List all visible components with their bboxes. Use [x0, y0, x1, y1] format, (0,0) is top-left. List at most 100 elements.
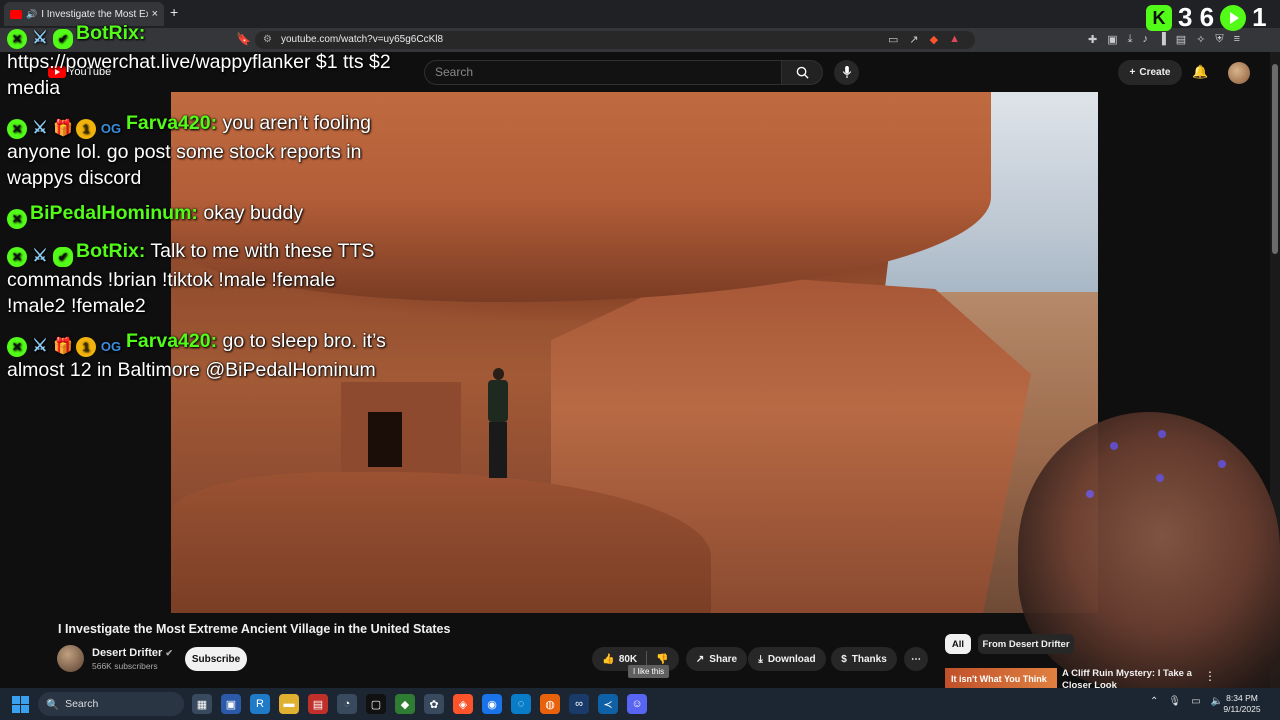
- tab-title: I Investigate the Most Extreme: [41, 8, 147, 20]
- moderator-sword-icon: ⚔: [32, 118, 48, 137]
- thanks-icon: $: [841, 653, 847, 665]
- taskbar-apps: ▦ ▣ R ▬ ▤ ◔ ▢ ◆ ✿ ◈ ◉ ◌ ◍ ∞ ≺ ☺: [192, 694, 647, 714]
- thumbs-up-icon: 👍: [602, 653, 615, 665]
- search-input[interactable]: Search: [424, 60, 782, 85]
- toolbar-icons: ✚ ▣ ⤓ ♪ ▐ ▤ ✧ ⛨ ≡: [1088, 33, 1240, 46]
- share-icon: ↗: [695, 653, 705, 665]
- gift-badge-icon: 🎁: [53, 120, 73, 137]
- chip-all[interactable]: All: [945, 634, 971, 654]
- microphone-icon: [842, 66, 851, 79]
- close-tab-icon[interactable]: ×: [152, 8, 158, 20]
- thanks-button[interactable]: $ Thanks: [831, 647, 897, 671]
- tray-network-icon[interactable]: ▭: [1191, 696, 1200, 707]
- dislike-button[interactable]: 👎: [656, 654, 668, 665]
- video-scene-person: [483, 368, 513, 480]
- cast-icon[interactable]: ▭: [888, 33, 898, 46]
- sidebar-icon[interactable]: ▐: [1158, 33, 1166, 46]
- edge-icon[interactable]: ◌: [511, 694, 531, 714]
- app-icon-8[interactable]: ∞: [569, 694, 589, 714]
- leo-icon[interactable]: ✧: [1196, 33, 1205, 46]
- follower-count: 1: [1252, 2, 1267, 32]
- app-icon-5[interactable]: ▢: [366, 694, 386, 714]
- share-page-icon[interactable]: ↗: [909, 33, 918, 46]
- more-actions-button[interactable]: ⋯: [904, 647, 928, 671]
- new-tab-button[interactable]: +: [170, 4, 178, 20]
- extensions-icon[interactable]: ✚: [1088, 33, 1097, 46]
- create-button[interactable]: + Create: [1118, 60, 1182, 85]
- chat-text: okay buddy: [203, 202, 304, 224]
- app-icon-1[interactable]: ▣: [221, 694, 241, 714]
- moderator-sword-icon: ⚔: [32, 28, 48, 47]
- chat-message: ✕ ⚔ ✔ BotRix: Talk to me with these TTS com…: [7, 238, 397, 319]
- windows-taskbar: 🔍 Search ▦ ▣ R ▬ ▤ ◔ ▢ ◆ ✿ ◈ ◉ ◌ ◍ ∞ ≺ ☺…: [0, 688, 1280, 720]
- brave-shield-icon[interactable]: ◆: [930, 33, 938, 46]
- channel-name[interactable]: Desert Drifter ✔: [92, 647, 173, 659]
- moderator-sword-icon: ⚔: [32, 336, 48, 355]
- og-badge-icon: OG: [100, 339, 122, 354]
- share-button[interactable]: ↗ Share: [686, 647, 747, 671]
- speaker-icon[interactable]: 🔊: [26, 9, 37, 20]
- kick-badge-icon: ✕: [7, 29, 27, 49]
- app-icon-3[interactable]: ▤: [308, 694, 328, 714]
- voice-search-button[interactable]: [834, 60, 859, 85]
- task-view-icon[interactable]: ▦: [192, 694, 212, 714]
- app-icon-7[interactable]: ✿: [424, 694, 444, 714]
- brave-rewards-icon[interactable]: ▲: [949, 33, 960, 46]
- search-icon: [796, 66, 809, 79]
- taskbar-search[interactable]: 🔍 Search: [38, 692, 184, 716]
- download-button[interactable]: ⤓ Download: [748, 647, 826, 671]
- chat-username: Farva420:: [126, 112, 218, 134]
- chat-message: ✕ ⚔ 🎁 1 OG Farva420: you aren’t fooling anyon…: [7, 110, 397, 191]
- youtube-favicon-icon: [10, 9, 22, 19]
- taskbar-search-label: Search: [65, 698, 99, 710]
- kick-badge-icon: ✕: [7, 209, 27, 229]
- chat-text: https://powerchat.live/wappyflanker $1 t…: [7, 51, 391, 99]
- recommendation-more-icon[interactable]: ⋮: [1204, 669, 1216, 683]
- kick-badge-icon: ✕: [7, 119, 27, 139]
- menu-icon[interactable]: ≡: [1234, 33, 1240, 46]
- app-icon-6[interactable]: ◆: [395, 694, 415, 714]
- file-explorer-icon[interactable]: ▬: [279, 694, 299, 714]
- brave-browser-icon[interactable]: ◈: [453, 694, 473, 714]
- like-button[interactable]: 👍 80K: [602, 654, 637, 665]
- downloads-icon[interactable]: ⤓: [1128, 33, 1133, 46]
- chat-message: ✕ ⚔ ✔ BotRix: https://powerchat.live/wappyf…: [7, 20, 397, 101]
- clock-date: 9/11/2025: [1223, 704, 1261, 714]
- verified-icon: ✔: [165, 648, 173, 658]
- channel-name-text: Desert Drifter: [92, 647, 163, 659]
- verified-badge-icon: ✔: [53, 247, 73, 267]
- app-icon-2[interactable]: R: [250, 694, 270, 714]
- chat-username: BotRix:: [76, 240, 146, 262]
- system-clock[interactable]: 8:34 PM 9/11/2025: [1222, 693, 1262, 715]
- account-avatar[interactable]: [1228, 62, 1250, 84]
- firefox-icon[interactable]: ◍: [540, 694, 560, 714]
- search-button[interactable]: [781, 60, 823, 85]
- thumbs-down-icon: 👎: [656, 653, 669, 665]
- media-icon[interactable]: ♪: [1143, 33, 1149, 46]
- wallet-icon[interactable]: ▤: [1176, 33, 1186, 46]
- notifications-bell-icon[interactable]: 🔔: [1192, 64, 1208, 80]
- app-icon-4[interactable]: ◔: [337, 694, 357, 714]
- subscribe-button[interactable]: Subscribe: [185, 647, 247, 671]
- viewer-count: 3 6: [1178, 2, 1215, 32]
- plus-icon: +: [1129, 67, 1136, 78]
- scrollbar-thumb[interactable]: [1272, 64, 1278, 254]
- moderator-sword-icon: ⚔: [32, 246, 48, 265]
- gift-badge-icon: 🎁: [53, 338, 73, 355]
- subscriber-count: 566K subscribers: [92, 661, 158, 671]
- windows-start-icon[interactable]: [12, 696, 29, 713]
- channel-avatar[interactable]: [57, 645, 84, 672]
- clock-time: 8:34 PM: [1226, 693, 1258, 703]
- kick-play-icon: [1220, 4, 1247, 31]
- chip-from-channel[interactable]: From Desert Drifter: [978, 634, 1074, 654]
- vscode-icon[interactable]: ≺: [598, 694, 618, 714]
- discord-icon[interactable]: ☺: [627, 694, 647, 714]
- tray-expand-icon[interactable]: ⌃: [1150, 696, 1158, 707]
- vpn-icon[interactable]: ⛨: [1215, 33, 1223, 46]
- recommendation-thumbnail[interactable]: It isn't What You Think: [945, 668, 1057, 690]
- chrome-icon[interactable]: ◉: [482, 694, 502, 714]
- tray-mic-icon[interactable]: 🎙: [1168, 696, 1181, 707]
- screenshot-icon[interactable]: ▣: [1107, 33, 1117, 46]
- founder-badge-icon: 1: [76, 337, 96, 357]
- og-badge-icon: OG: [100, 121, 122, 136]
